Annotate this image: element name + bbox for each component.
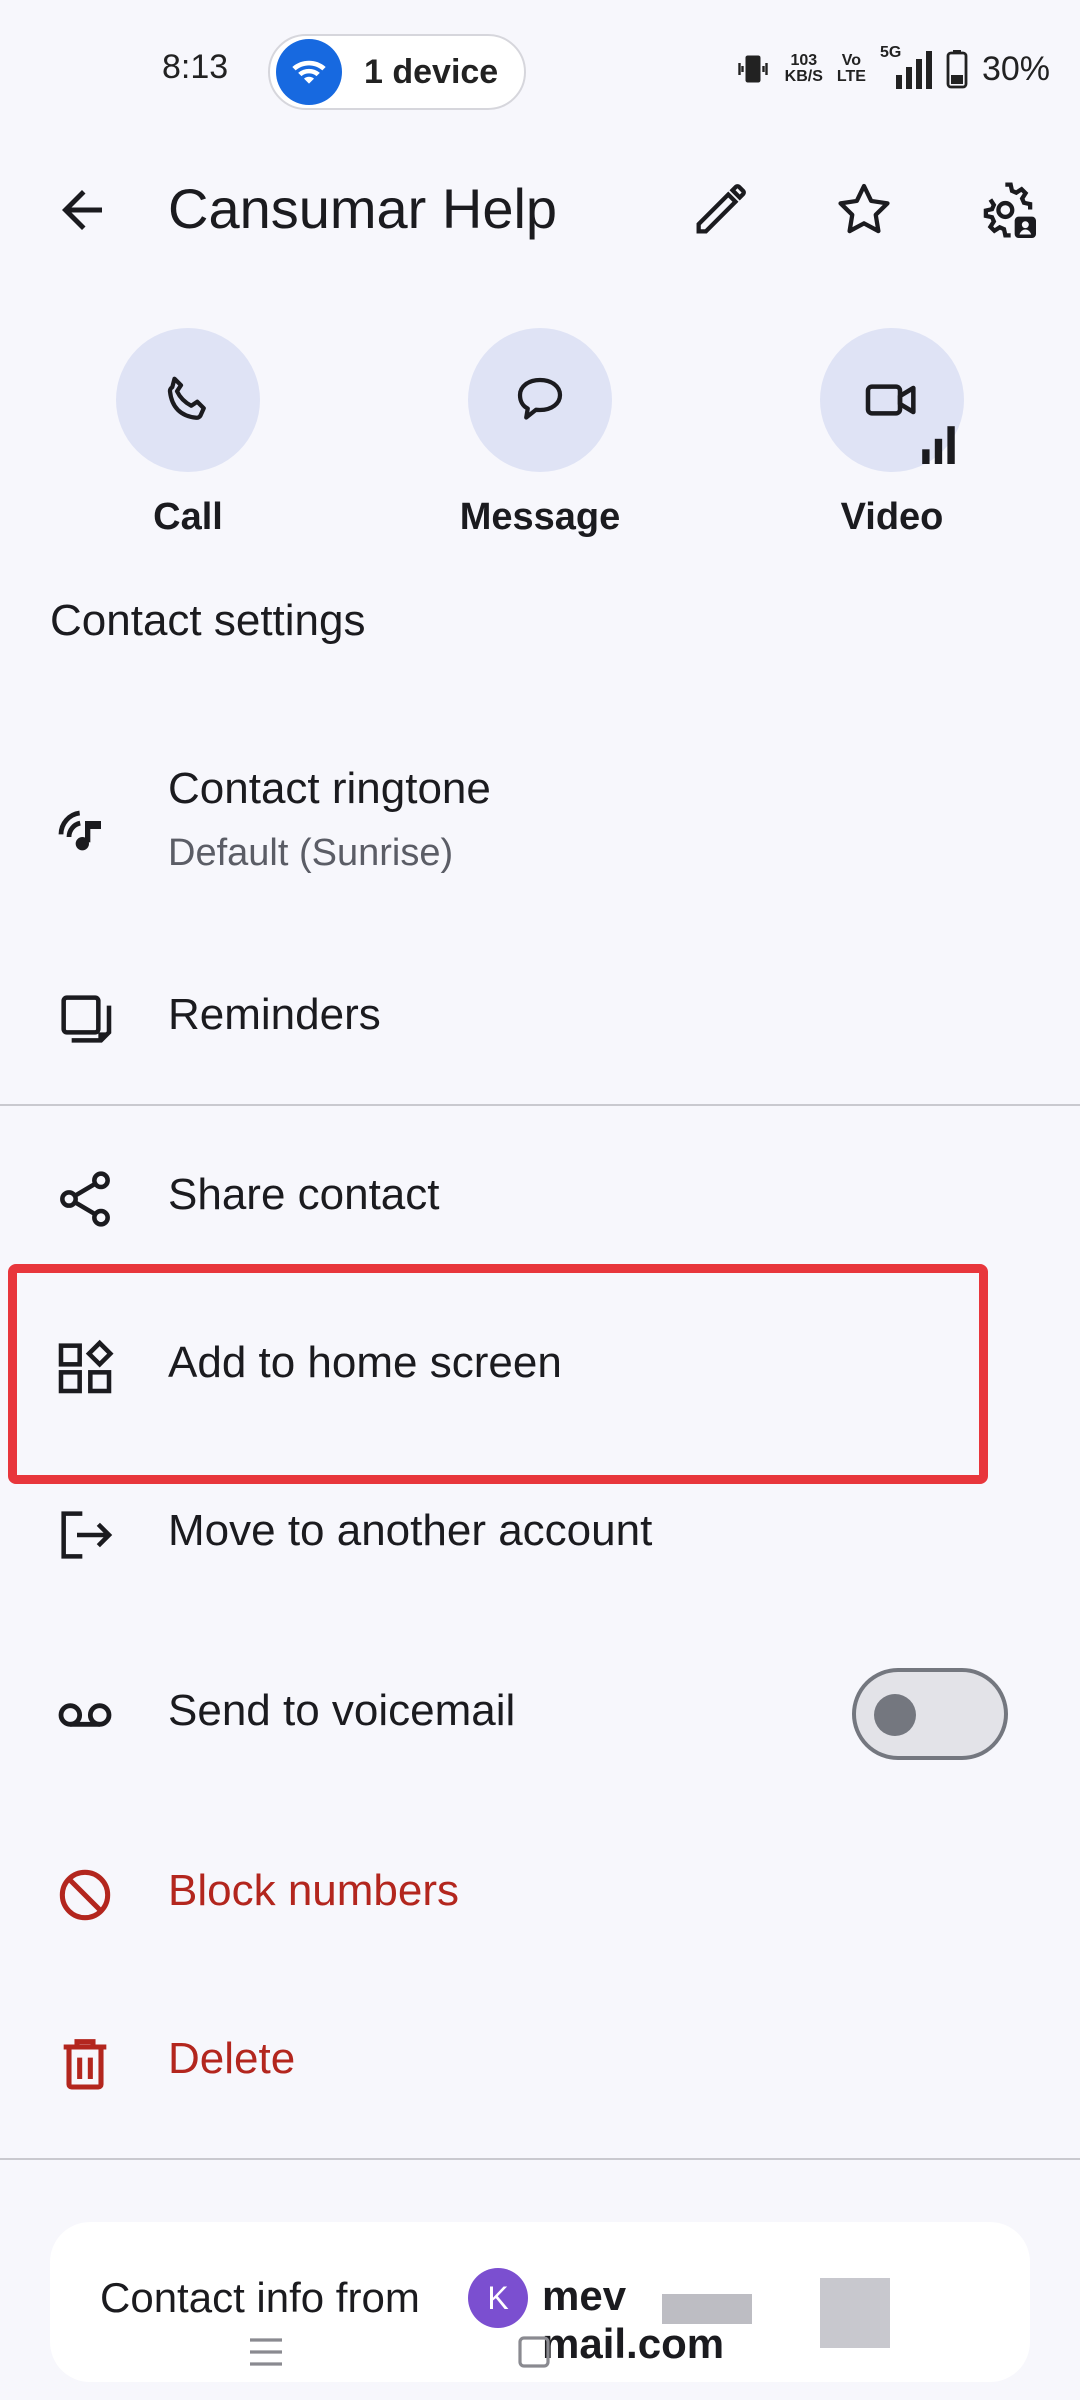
pencil-icon: [696, 184, 746, 234]
nav-menu-icon[interactable]: [246, 2332, 286, 2377]
block-icon: [50, 1860, 120, 1930]
move-account-label: Move to another account: [168, 1506, 653, 1555]
chat-bubble-icon: [517, 377, 563, 420]
account-email: mevmail.com: [542, 2272, 1030, 2368]
message-action[interactable]: Message: [450, 328, 630, 539]
system-icons: 103 KB/S Vo LTE 5G 30%: [735, 44, 1050, 94]
move-to-another-account-row[interactable]: Move to another account: [0, 1476, 1080, 1596]
ringtone-label: Contact ringtone: [168, 764, 491, 813]
star-icon: [838, 183, 890, 234]
share-contact-label: Share contact: [168, 1170, 440, 1219]
call-circle[interactable]: [116, 328, 260, 472]
reminders-row[interactable]: Reminders: [0, 960, 1080, 1080]
battery-icon: [946, 50, 968, 89]
signal-bars-icon: [922, 426, 955, 464]
account-avatar: K: [468, 2268, 528, 2328]
vibrate-icon: [737, 55, 768, 83]
net-speed-value: 103: [790, 52, 818, 69]
battery-percent: 30%: [981, 49, 1050, 88]
trash-icon: [50, 2028, 120, 2098]
status-time: 8:13: [162, 48, 229, 86]
top-app-bar: Cansumar Help: [0, 150, 1080, 270]
call-action[interactable]: Call: [98, 328, 278, 539]
message-label: Message: [459, 496, 621, 538]
nav-home-icon[interactable]: [514, 2332, 554, 2377]
contact-ringtone-row[interactable]: Contact ringtone Default (Sunrise): [0, 752, 1080, 912]
volte-top: Vo: [841, 52, 862, 69]
call-label: Call: [153, 496, 223, 538]
device-pill-label: 1 device: [364, 52, 499, 91]
phone-icon: [167, 376, 206, 420]
block-numbers-row[interactable]: Block numbers: [0, 1836, 1080, 1956]
ringtone-icon: [50, 794, 120, 864]
email-end: mail.com: [542, 2320, 725, 2367]
gear-person-icon: [983, 182, 1036, 238]
wifi-icon: [276, 39, 342, 105]
highlight-box: [8, 1264, 988, 1484]
video-label: Video: [840, 496, 944, 538]
toggle-knob: [874, 1694, 916, 1736]
contact-info-from-label: Contact info from: [100, 2274, 420, 2321]
net-speed: 103 KB/S: [785, 53, 823, 85]
volte-indicator: Vo LTE: [837, 53, 866, 85]
arrow-back-icon: [62, 190, 102, 230]
voicemail-icon: [50, 1680, 120, 1750]
connected-devices-pill[interactable]: 1 device: [268, 34, 526, 110]
voicemail-toggle[interactable]: [852, 1668, 1008, 1760]
message-circle[interactable]: [468, 328, 612, 472]
volte-bottom: LTE: [836, 68, 866, 85]
share-contact-row[interactable]: Share contact: [0, 1140, 1080, 1260]
back-button[interactable]: [52, 180, 112, 240]
status-bar: 8:13 1 device 103 KB/S Vo LTE 5G 30%: [0, 0, 1080, 140]
signal-5g-icon: 5G: [880, 45, 932, 89]
redaction-block: [662, 2294, 752, 2324]
email-start: mev: [542, 2272, 627, 2319]
block-numbers-label: Block numbers: [168, 1866, 460, 1915]
voicemail-label: Send to voicemail: [168, 1686, 516, 1735]
favorite-button[interactable]: [832, 178, 896, 242]
video-action[interactable]: Video: [802, 328, 982, 539]
ringtone-value: Default (Sunrise): [168, 832, 454, 874]
section-title-contact-settings: Contact settings: [50, 596, 366, 645]
section-divider: [0, 1104, 1080, 1106]
edit-button[interactable]: [688, 178, 752, 242]
delete-label: Delete: [168, 2034, 296, 2083]
move-account-icon: [50, 1500, 120, 1570]
redaction-block: [820, 2278, 890, 2348]
reminders-icon: [50, 984, 120, 1054]
contact-settings-button[interactable]: [976, 178, 1040, 242]
delete-row[interactable]: Delete: [0, 2004, 1080, 2124]
footer-divider: [0, 2158, 1080, 2160]
contact-name-title: Cansumar Help: [168, 177, 558, 240]
share-icon: [50, 1164, 120, 1234]
video-circle[interactable]: [820, 328, 964, 472]
net-speed-unit: KB/S: [784, 68, 823, 85]
reminders-label: Reminders: [168, 990, 381, 1039]
video-camera-icon: [865, 384, 916, 416]
